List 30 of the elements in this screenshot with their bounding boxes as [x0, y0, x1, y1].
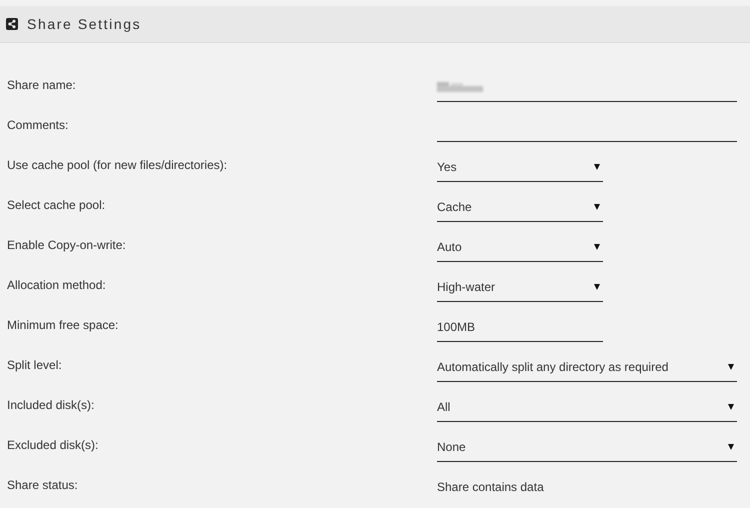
caret-icon — [594, 243, 600, 250]
caret-icon — [728, 443, 734, 450]
setting-label: Minimum free space: — [6, 318, 120, 332]
setting-label: Allocation method: — [6, 278, 107, 292]
dropdown[interactable]: Cache — [437, 192, 603, 222]
dropdown[interactable]: None — [437, 432, 737, 462]
dropdown[interactable]: Auto — [437, 232, 603, 262]
setting-label: Split level: — [6, 358, 63, 372]
setting-label: Included disk(s): — [6, 398, 96, 412]
setting-label: Share status: — [6, 478, 79, 492]
setting-label: Comments: — [6, 118, 70, 132]
caret-icon — [728, 403, 734, 410]
status-text: Share contains data — [437, 479, 545, 496]
caret-icon — [594, 163, 600, 170]
setting-label: Share name: — [6, 78, 77, 92]
dropdown[interactable]: High-water — [437, 272, 603, 302]
blurred-text — [437, 81, 485, 93]
setting-label: Excluded disk(s): — [6, 438, 100, 452]
dropdown[interactable]: Yes — [437, 152, 603, 182]
share-icon — [6, 18, 18, 30]
dropdown[interactable]: Automatically split any directory as required — [437, 352, 737, 382]
caret-icon — [728, 363, 734, 370]
caret-icon — [594, 203, 600, 210]
panel-title: Share Settings — [27, 16, 142, 32]
dropdown[interactable]: All — [437, 392, 737, 422]
setting-label: Use cache pool (for new files/directories): — [6, 158, 228, 172]
text-field[interactable]: 100MB — [437, 312, 603, 342]
caret-icon — [594, 283, 600, 290]
setting-label: Enable Copy-on-write: — [6, 238, 127, 252]
setting-label: Select cache pool: — [6, 198, 106, 212]
